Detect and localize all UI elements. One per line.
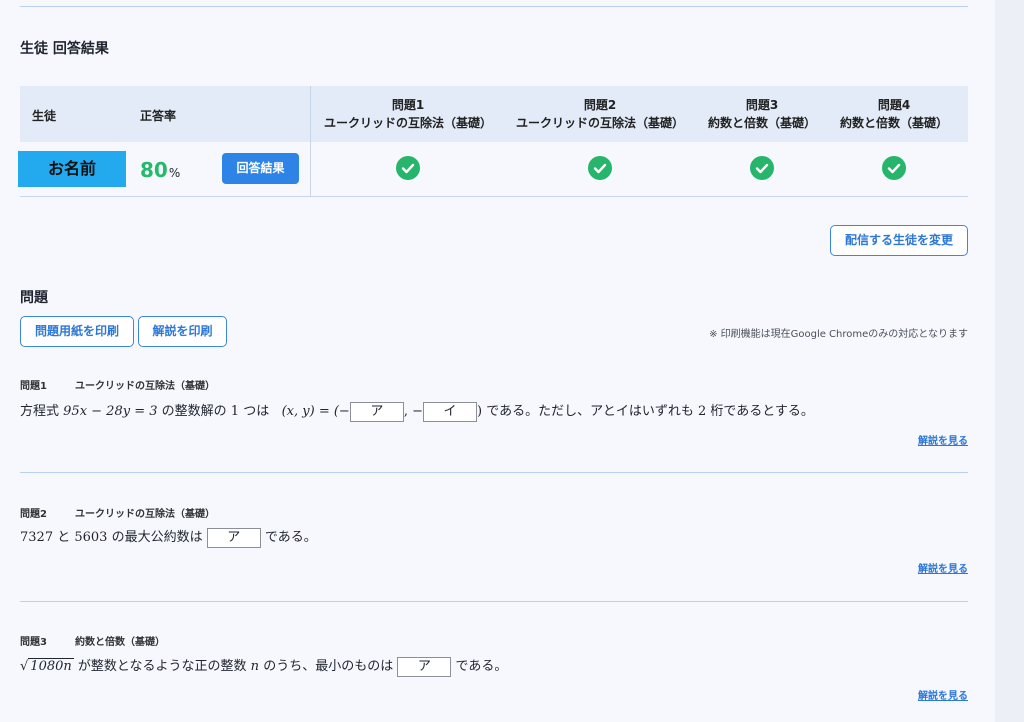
problem-2-text-post: である。 [264, 530, 317, 545]
problem-3-num: 問題3 [20, 637, 47, 648]
print-explain-button[interactable]: 解説を印刷 [138, 316, 227, 347]
answer-box-a: ア [206, 527, 261, 548]
problem-3-var: n [250, 659, 260, 674]
check-circle-icon [588, 156, 612, 180]
problem-1-pair: (x, y) = (− [281, 404, 350, 419]
problem-1-explain-link[interactable]: 解説を見る [918, 432, 968, 447]
problem-1-text-pre: 方程式 [20, 404, 60, 419]
column-divider [310, 86, 311, 196]
header-question-1-title: ユークリッドの互除法（基礎） [323, 116, 492, 130]
problem-3-text-post: である。 [455, 659, 508, 674]
correct-rate-unit: % [168, 166, 181, 180]
problem-1-label: 問題1 ユークリッドの互除法（基礎） [20, 377, 215, 392]
header-question-3-num: 問題3 [745, 98, 779, 112]
right-scrollbar-area [995, 0, 1024, 722]
problem-3-sqrt-inner: 1080n [28, 658, 74, 674]
header-rate: 正答率 [140, 109, 177, 123]
problem-1-text-mid: の整数解の 1 つは [161, 404, 270, 419]
problem-1-num: 問題1 [20, 381, 47, 392]
correct-rate: 80% [140, 158, 180, 182]
problem-1-title: ユークリッドの互除法（基礎） [75, 381, 215, 392]
check-circle-icon [396, 156, 420, 180]
results-table: 生徒 正答率 問題1 ユークリッドの互除法（基礎） 問題2 ユークリッドの互除法… [18, 86, 968, 197]
header-question-4-title: 約数と倍数（基礎） [839, 116, 948, 130]
problem-divider [20, 601, 968, 602]
problem-3-label: 問題3 約数と倍数（基礎） [20, 633, 165, 648]
check-circle-icon [750, 156, 774, 180]
correct-rate-value: 80 [140, 158, 168, 182]
problem-2-explain-link[interactable]: 解説を見る [918, 560, 968, 575]
header-question-1-num: 問題1 [391, 98, 425, 112]
problem-3-explain-link[interactable]: 解説を見る [918, 687, 968, 702]
problem-3-title: 約数と倍数（基礎） [75, 637, 165, 648]
header-question-3-title: 約数と倍数（基礎） [707, 116, 816, 130]
header-question-3: 問題3 約数と倍数（基礎） [696, 96, 828, 132]
header-question-1: 問題1 ユークリッドの互除法（基礎） [312, 96, 504, 132]
results-title: 生徒 回答結果 [20, 41, 109, 57]
problem-2-title: ユークリッドの互除法（基礎） [75, 509, 215, 520]
problem-1-text-post: ) である。ただし、アとイはいずれも 2 桁であるとする。 [477, 404, 814, 419]
header-question-2-num: 問題2 [583, 98, 617, 112]
problem-2-text-pre: 7327 と 5603 の最大公約数は [20, 530, 203, 545]
problem-1-text: 方程式 95x − 28y = 3 の整数解の 1 つは (x, y) = (−… [20, 400, 814, 422]
print-problem-button[interactable]: 問題用紙を印刷 [20, 316, 134, 347]
problem-2-label: 問題2 ユークリッドの互除法（基礎） [20, 505, 215, 520]
print-note: ※ 印刷機能は現在Google Chromeのみの対応となります [709, 329, 968, 340]
student-name-badge: お名前 [18, 151, 126, 187]
header-question-4-num: 問題4 [877, 98, 911, 112]
problem-3-text-pre: が整数となるような正の整数 [77, 659, 247, 674]
header-question-2-title: ユークリッドの互除法（基礎） [515, 116, 684, 130]
answer-box-a: ア [349, 401, 404, 422]
problem-1-comma: , − [403, 404, 423, 419]
answer-box-i: イ [423, 401, 477, 422]
top-divider [20, 6, 968, 7]
problem-3-text-mid: のうち、最小のものは [263, 659, 394, 674]
problem-1-equation: 95x − 28y = 3 [63, 404, 158, 419]
problem-2-num: 問題2 [20, 509, 47, 520]
sqrt-symbol: √ [20, 659, 29, 674]
problem-2-text: 7327 と 5603 の最大公約数は ア である。 [20, 526, 317, 548]
problem-divider [20, 472, 968, 473]
problems-title: 問題 [20, 290, 48, 306]
answer-box-a: ア [397, 656, 452, 677]
header-student: 生徒 [32, 109, 57, 123]
answer-result-button[interactable]: 回答結果 [222, 153, 299, 184]
change-students-button[interactable]: 配信する生徒を変更 [830, 225, 968, 256]
problem-3-text: √ 1080n が整数となるような正の整数 n のうち、最小のものは ア である。 [20, 655, 507, 677]
header-question-4: 問題4 約数と倍数（基礎） [828, 96, 960, 132]
check-circle-icon [882, 156, 906, 180]
header-question-2: 問題2 ユークリッドの互除法（基礎） [504, 96, 696, 132]
